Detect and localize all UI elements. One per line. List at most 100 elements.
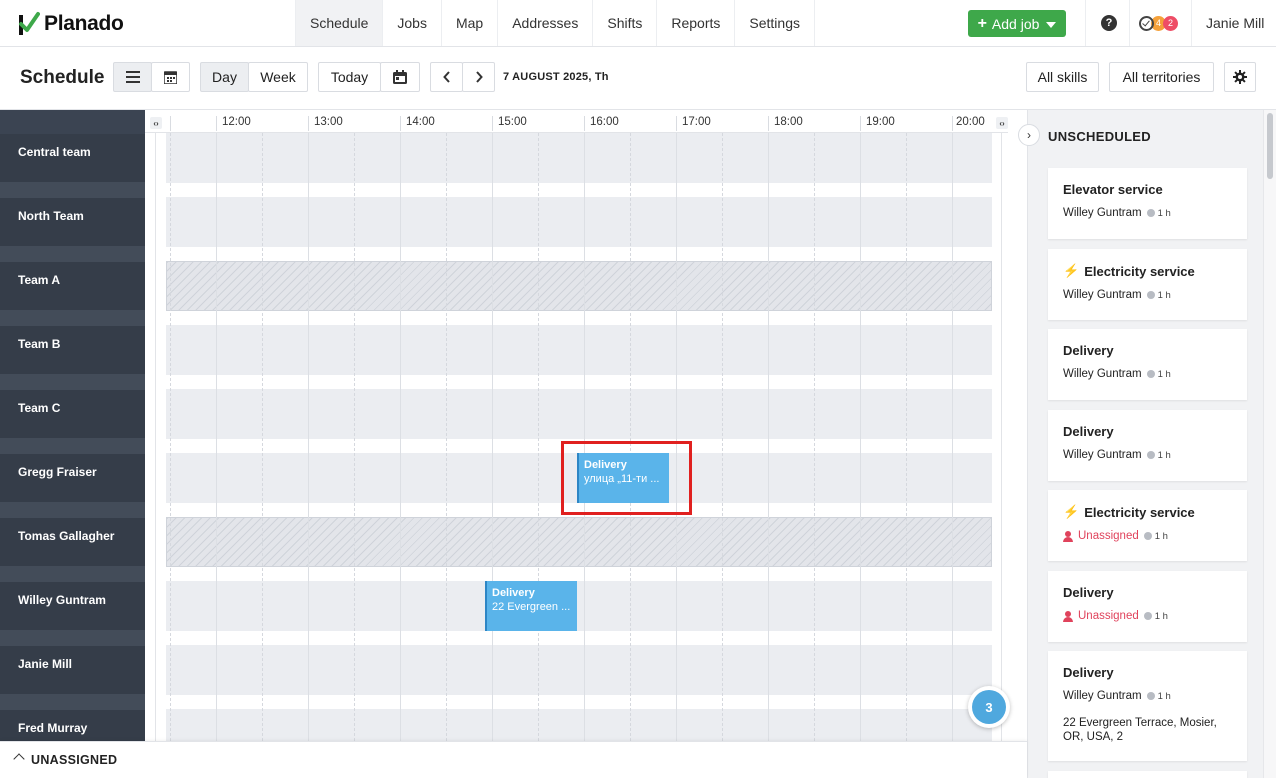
team-row-willey-guntram[interactable]: Willey Guntram [0,582,145,646]
lane-tomas-gallagher-blocked[interactable] [166,517,992,567]
team-name: Gregg Fraiser [18,465,97,479]
date-picker-button[interactable] [380,62,420,92]
today-button[interactable]: Today [318,62,381,92]
job-card-delivery[interactable]: Delivery 22 Evergreen ... [485,581,577,631]
unscheduled-job-card[interactable]: Delivery Willey Guntram 1 h [1048,410,1247,481]
logo-text: Planado [44,12,124,35]
lane-north-team[interactable] [166,197,992,247]
team-name: Tomas Gallagher [18,529,115,543]
lane-team-b[interactable] [166,325,992,375]
gear-icon [1233,70,1247,84]
unscheduled-job-card[interactable]: Delivery Unassigned 1 h [1048,571,1247,642]
next-day-button[interactable] [462,62,495,92]
job-count-bubble[interactable]: 3 [968,686,1010,728]
all-territories-filter[interactable]: All territories [1109,62,1214,92]
add-job-button[interactable]: + Add job [968,10,1066,37]
scroll-left-arrow-icon[interactable]: ‹› [150,117,162,129]
list-view-button[interactable] [113,62,152,92]
hour-label: 19:00 [866,116,895,128]
logo-check-icon [19,12,40,35]
card-duration: 1 h [1154,610,1168,622]
lane-team-c[interactable] [166,389,992,439]
duration-dot-icon [1146,209,1155,217]
card-title: Elevator service [1063,182,1163,197]
hour-label: 14:00 [406,116,435,128]
tab-reports[interactable]: Reports [656,0,734,46]
notification-badge-red: 2 [1163,15,1178,31]
tab-schedule[interactable]: Schedule [295,0,383,46]
help-icon[interactable]: ? [1101,15,1117,31]
previous-day-button[interactable] [430,62,463,92]
lane-willey-guntram[interactable] [166,581,992,631]
unscheduled-job-card[interactable]: ⚡ Electricity service Willey Guntram 1 h [1048,249,1247,320]
unscheduled-title: UNSCHEDULED [1048,129,1151,144]
day-view-button[interactable]: Day [200,62,249,92]
lane-central-team[interactable] [166,133,992,183]
unscheduled-job-card[interactable]: Delivery Willey Guntram 1 h 22 Evergreen … [1048,651,1247,761]
tab-addresses[interactable]: Addresses [497,0,592,46]
unscheduled-job-card[interactable]: ⚡ Electricity service Unassigned 1 h [1048,490,1247,561]
unscheduled-job-card[interactable] [1048,771,1247,778]
job-count: 3 [972,690,1006,724]
tab-shifts[interactable]: Shifts [592,0,656,46]
user-menu[interactable]: Janie Mill [1206,15,1264,31]
scrollbar-thumb[interactable] [1267,113,1273,179]
selection-highlight [561,441,692,515]
all-skills-filter[interactable]: All skills [1026,62,1099,92]
plus-icon: + [977,14,987,32]
chevron-left-icon [442,71,450,83]
team-row-tomas-gallagher[interactable]: Tomas Gallagher [0,518,145,582]
card-title: Electricity service [1084,263,1195,279]
tab-map[interactable]: Map [440,0,497,46]
team-row-fred-murray[interactable]: Fred Murray [0,710,145,741]
team-row-gregg-fraiser[interactable]: Gregg Fraiser [0,454,145,518]
lane-janie-mill[interactable] [166,645,992,695]
card-title: Electricity service [1084,504,1195,520]
lane-fred-murray[interactable] [166,709,992,741]
notifications-button[interactable]: 4 2 [1139,14,1178,32]
duration-dot-icon [1146,291,1155,299]
settings-button[interactable] [1224,62,1256,92]
scroll-right-arrow-icon[interactable]: ‹› [996,117,1008,129]
lightning-icon: ⚡ [1063,263,1080,278]
job-title: Delivery [492,587,535,599]
team-row-team-a[interactable]: Team A [0,262,145,326]
duration-dot-icon [1146,451,1155,459]
planado-logo[interactable]: Planado [18,10,124,38]
team-name: Willey Guntram [18,593,106,607]
unscheduled-job-card[interactable]: Delivery Willey Guntram 1 h [1048,329,1247,400]
hour-label: 20:00 [956,116,985,128]
card-duration: 1 h [1157,207,1171,219]
unassigned-bar[interactable]: UNASSIGNED [0,741,1027,778]
chevron-up-icon [13,753,25,765]
unassigned-label: UNASSIGNED [31,753,118,767]
team-name: Team A [18,273,61,287]
check-circle-icon [1139,15,1154,31]
card-assignee: Willey Guntram [1063,690,1142,702]
team-row-north-team[interactable]: North Team [0,198,145,262]
tab-jobs[interactable]: Jobs [382,0,441,46]
tab-settings[interactable]: Settings [734,0,815,46]
team-row-janie-mill[interactable]: Janie Mill [0,646,145,710]
lane-team-a-blocked[interactable] [166,261,992,311]
hour-label: 16:00 [590,116,619,128]
team-name: Central team [18,145,91,159]
calendar-view-button[interactable] [151,62,190,92]
nav-divider [1085,0,1086,46]
collapse-panel-button[interactable]: › [1018,124,1040,146]
panel-scrollbar[interactable] [1263,110,1276,778]
person-icon [1063,530,1073,542]
nav-divider [1129,0,1130,46]
sidebar-header [0,110,145,134]
team-sidebar: Central team North Team Team A Team B Te… [0,110,145,741]
unscheduled-job-card[interactable]: Elevator service Willey Guntram 1 h [1048,168,1247,239]
week-view-button[interactable]: Week [248,62,308,92]
calendar-icon [393,70,407,84]
team-row-central-team[interactable]: Central team [0,134,145,198]
team-row-team-c[interactable]: Team C [0,390,145,454]
hour-label: 12:00 [222,116,251,128]
chevron-right-icon: › [1027,128,1031,142]
top-navigation: Planado Schedule Jobs Map Addresses Shif… [0,0,1276,47]
team-row-team-b[interactable]: Team B [0,326,145,390]
card-title: Delivery [1063,343,1114,358]
